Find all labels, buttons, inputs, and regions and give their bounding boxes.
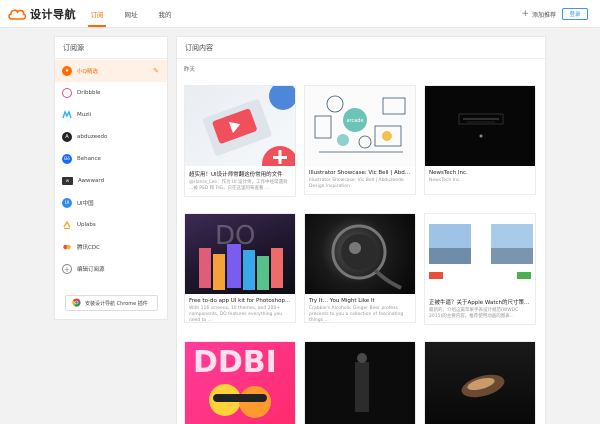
sidebar-title: 订阅源: [55, 37, 167, 59]
sidebar-item-behance[interactable]: Bē Behance: [55, 148, 167, 170]
sidebar-item-label: 编辑订阅源: [77, 267, 105, 273]
card-thumbnail: [305, 342, 415, 424]
cloud-logo-icon: [7, 7, 27, 21]
card-description: 最新的，介绍这篇苹果手表设计规范(WWDC 2015)的主要内容，推荐使用动画的…: [429, 308, 519, 319]
nav-tab-sites[interactable]: 网址: [116, 0, 146, 27]
sidebar-item-cdc[interactable]: 腾讯CDC: [55, 236, 167, 258]
card-title: Free to-do app UI kit for Photoshop and …: [189, 298, 295, 304]
sidebar-item-abduzeedo[interactable]: A abduzeedo: [55, 126, 167, 148]
card-thumbnail: DO: [185, 214, 295, 294]
pencil-icon[interactable]: ✎: [153, 67, 159, 75]
sidebar-item-label: Awwward: [78, 178, 105, 184]
nav-tab-subscribe[interactable]: 订阅: [82, 0, 112, 27]
sidebar-item-label: Muzli: [77, 112, 92, 118]
edit-sources-icon: ＋: [62, 264, 72, 274]
feed-card[interactable]: DDBI: [184, 341, 296, 424]
sidebar-item-uicn[interactable]: UI UI中国: [55, 192, 167, 214]
install-chrome-extension-button[interactable]: 安装设计导航 Chrome 插件: [65, 295, 158, 311]
star-icon: ★: [62, 66, 72, 76]
card-title: Try It… You Might Like It: [309, 298, 375, 304]
card-thumbnail: [425, 342, 535, 424]
feed-card[interactable]: arcade Illustrator Showcase: Vic Bell | …: [304, 85, 416, 195]
sidebar-item-label: abduzeedo: [77, 134, 108, 140]
card-description: NewsTech Inc.: [429, 178, 461, 183]
uplabs-icon: [62, 220, 72, 230]
sidebar-item-label: Uplabs: [77, 222, 96, 228]
card-thumbnail: [305, 214, 415, 294]
logo[interactable]: 设计导航: [7, 7, 76, 21]
uicn-icon: UI: [62, 198, 72, 208]
feed-card[interactable]: NewsTech Inc. NewsTech Inc.: [424, 85, 536, 195]
sidebar-item-label: Dribbble: [77, 90, 101, 96]
subscription-content-panel: 订阅内容 昨天 超实用！UI设计师常翻这份常用的文件 @Harris_Lee：作…: [176, 36, 546, 424]
sidebar-item-label: 腾讯CDC: [77, 245, 100, 251]
plus-icon: +: [521, 8, 529, 19]
chrome-icon: [72, 297, 81, 309]
card-thumbnail: [185, 86, 295, 166]
card-title: 正被牛逼？关于Apple Watch的尺寸策划的...: [429, 300, 535, 306]
add-recommend-link[interactable]: + 添加推荐: [521, 8, 556, 19]
svg-text:DDBI: DDBI: [193, 345, 277, 380]
card-thumbnail: DDBI: [185, 342, 295, 424]
card-title: 超实用！UI设计师常翻这份常用的文件: [189, 172, 283, 178]
feed-card[interactable]: 超实用！UI设计师常翻这份常用的文件 @Harris_Lee：作为 UI 设计师…: [184, 85, 296, 197]
feed-card[interactable]: [424, 341, 536, 424]
sidebar-item-label: Behance: [77, 156, 101, 162]
top-bar: 设计导航 订阅 网址 我的 + 添加推荐 登录: [0, 0, 600, 28]
card-description: Crabbie's Alcoholic Ginger Beer profess …: [309, 306, 404, 322]
card-description: @Harris_Lee：作为 UI 设计师，工作中经常遇到 ...被 PSD 和…: [189, 180, 288, 191]
sidebar-item-awwwards[interactable]: W Awwward: [55, 170, 167, 192]
sidebar-item-uplabs[interactable]: Uplabs: [55, 214, 167, 236]
sidebar-item-muzli[interactable]: Muzli: [55, 104, 167, 126]
card-title: NewsTech Inc.: [429, 170, 468, 176]
behance-icon: Bē: [62, 154, 72, 164]
card-thumbnail: arcade: [305, 86, 415, 166]
sidebar-item-dribbble[interactable]: Dribbble: [55, 82, 167, 104]
card-title: Illustrator Showcase: Vic Bell | Abduzee…: [309, 170, 415, 176]
subscription-sidebar: 订阅源 ★ 小Q精选 ✎ Dribbble Muzli A abduzeedo …: [54, 36, 168, 320]
muzli-icon: [62, 110, 72, 120]
top-right-actions: + 添加推荐 登录: [521, 8, 588, 20]
abduzeedo-icon: A: [62, 132, 72, 142]
dribbble-icon: [62, 88, 72, 98]
feed-card[interactable]: DO Free to-do app UI kit for Photoshop a…: [184, 213, 296, 323]
sidebar-item-featured[interactable]: ★ 小Q精选 ✎: [55, 60, 167, 82]
chrome-extension-label: 安装设计导航 Chrome 插件: [85, 300, 148, 307]
sidebar-item-label: 小Q精选: [77, 69, 98, 75]
add-recommend-label: 添加推荐: [531, 11, 556, 19]
feed-card[interactable]: [304, 341, 416, 424]
sidebar-item-label: UI中国: [77, 201, 94, 207]
nav-tab-mine[interactable]: 我的: [150, 0, 180, 27]
app-name: 设计导航: [30, 8, 76, 21]
awwwards-icon: W: [62, 177, 73, 185]
feed-card[interactable]: Try It… You Might Like It Crabbie's Alco…: [304, 213, 416, 323]
content-title: 订阅内容: [177, 37, 545, 59]
card-thumbnail: [425, 86, 535, 166]
login-button[interactable]: 登录: [562, 8, 588, 20]
sidebar-item-edit-sources[interactable]: ＋ 编辑订阅源: [55, 258, 167, 280]
card-description: Illustrator Showcase: Vic Bell | Abduzee…: [309, 178, 404, 189]
top-nav: 订阅 网址 我的: [82, 0, 184, 27]
svg-text:arcade: arcade: [346, 118, 363, 124]
date-section-label: 昨天: [184, 67, 196, 73]
card-description: With 116 screens, 10 themes, and 200+ co…: [189, 306, 283, 322]
feed-card[interactable]: 正被牛逼？关于Apple Watch的尺寸策划的... 最新的，介绍这篇苹果手表…: [424, 213, 536, 325]
cdc-icon: [62, 242, 72, 252]
card-thumbnail: [425, 214, 535, 294]
